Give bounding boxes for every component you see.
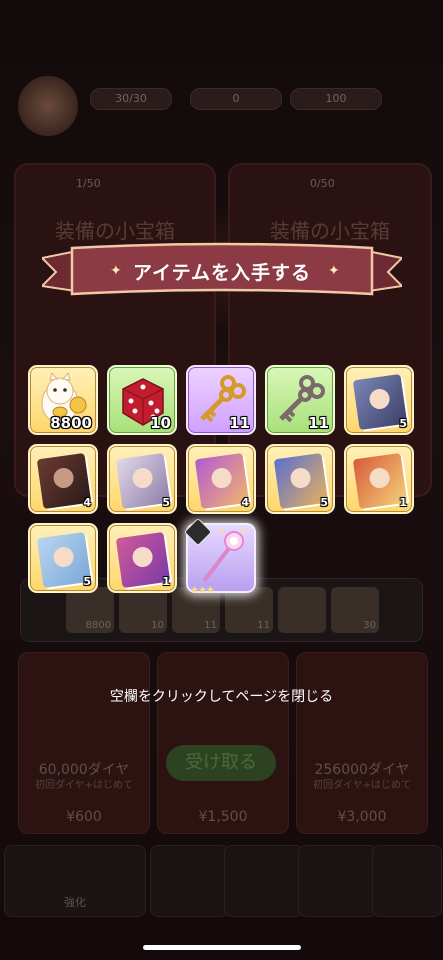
chest-title: 装備の小宝箱 [270, 219, 390, 243]
chest-counter: 1/50 [76, 177, 101, 190]
top-hud: 30/30 0 100 [0, 72, 443, 136]
chest-title: 装備の小宝箱 [55, 219, 175, 243]
reward-item-dice[interactable]: 10 [107, 365, 177, 435]
reward-item-hero-card[interactable]: 5 [28, 523, 98, 593]
nav-locked-2 [298, 845, 378, 917]
pack-price: ¥1,500 [198, 809, 248, 825]
reward-item-hero-card[interactable]: 5 [344, 365, 414, 435]
reward-item-hero-card[interactable]: 5 [107, 444, 177, 514]
nav-locked-1 [150, 845, 230, 917]
reward-item-hero-card[interactable]: 4 [186, 444, 256, 514]
pack-sub: 初回ダイヤ+はじめて [312, 780, 412, 791]
item-count: 4 [241, 496, 249, 509]
receive-button: 受け取る [166, 745, 276, 781]
strip-item [278, 587, 326, 633]
item-count: 4 [83, 496, 91, 509]
bottom-nav: 強化 [0, 845, 443, 920]
reward-item-lucky-cat[interactable]: 8800 [28, 365, 98, 435]
item-count: 1 [399, 496, 407, 509]
close-hint[interactable]: 空欄をクリックしてページを閉じる [0, 686, 443, 706]
gem-counter: 0 [190, 88, 282, 110]
gem-pack-1500: ¥1,500 [157, 652, 289, 834]
reward-item-hero-card[interactable]: 5 [265, 444, 335, 514]
item-count: 5 [162, 496, 170, 509]
pack-price: ¥600 [66, 809, 102, 825]
home-indicator[interactable] [143, 945, 301, 950]
nav-shop [224, 845, 304, 917]
reward-item-hero-card[interactable]: 1 [344, 444, 414, 514]
pack-price: ¥3,000 [337, 809, 387, 825]
item-count: 5 [320, 496, 328, 509]
item-count: 11 [308, 414, 329, 432]
strip-item: 10 [119, 587, 167, 633]
reward-item-hero-card[interactable]: 4 [28, 444, 98, 514]
chest-counter: 0/50 [310, 177, 335, 190]
stamina-counter: 30/30 [90, 88, 172, 110]
item-count: 5 [399, 417, 407, 430]
player-avatar[interactable] [18, 76, 78, 136]
coin-counter: 100 [290, 88, 382, 110]
item-count: 8800 [50, 414, 92, 432]
reward-item-gold-key[interactable]: 11 [186, 365, 256, 435]
item-count: 5 [83, 575, 91, 588]
reward-item-silver-key[interactable]: 11 [265, 365, 335, 435]
nav-book [372, 845, 442, 917]
reward-item-hero-card[interactable]: 1 [107, 523, 177, 593]
rarity-stars-icon: ★★★ [190, 585, 215, 596]
strip-item: 11 [225, 587, 273, 633]
item-count: 11 [229, 414, 250, 432]
nav-enhance: 強化 [4, 845, 146, 917]
gem-pack-600: 60,000ダイヤ 初回ダイヤ+はじめて ¥600 [18, 652, 150, 834]
gem-pack-3000: 256000ダイヤ 初回ダイヤ+はじめて ¥3,000 [296, 652, 428, 834]
reward-banner: ✦ ✦ アイテムを入手する [42, 242, 402, 300]
item-count: 10 [150, 414, 171, 432]
item-count: 1 [162, 575, 170, 588]
strip-item: 8800 [66, 587, 114, 633]
reward-title: アイテムを入手する [132, 262, 312, 284]
strip-item: 30 [331, 587, 379, 633]
pack-sub: 初回ダイヤ+はじめて [34, 780, 134, 791]
